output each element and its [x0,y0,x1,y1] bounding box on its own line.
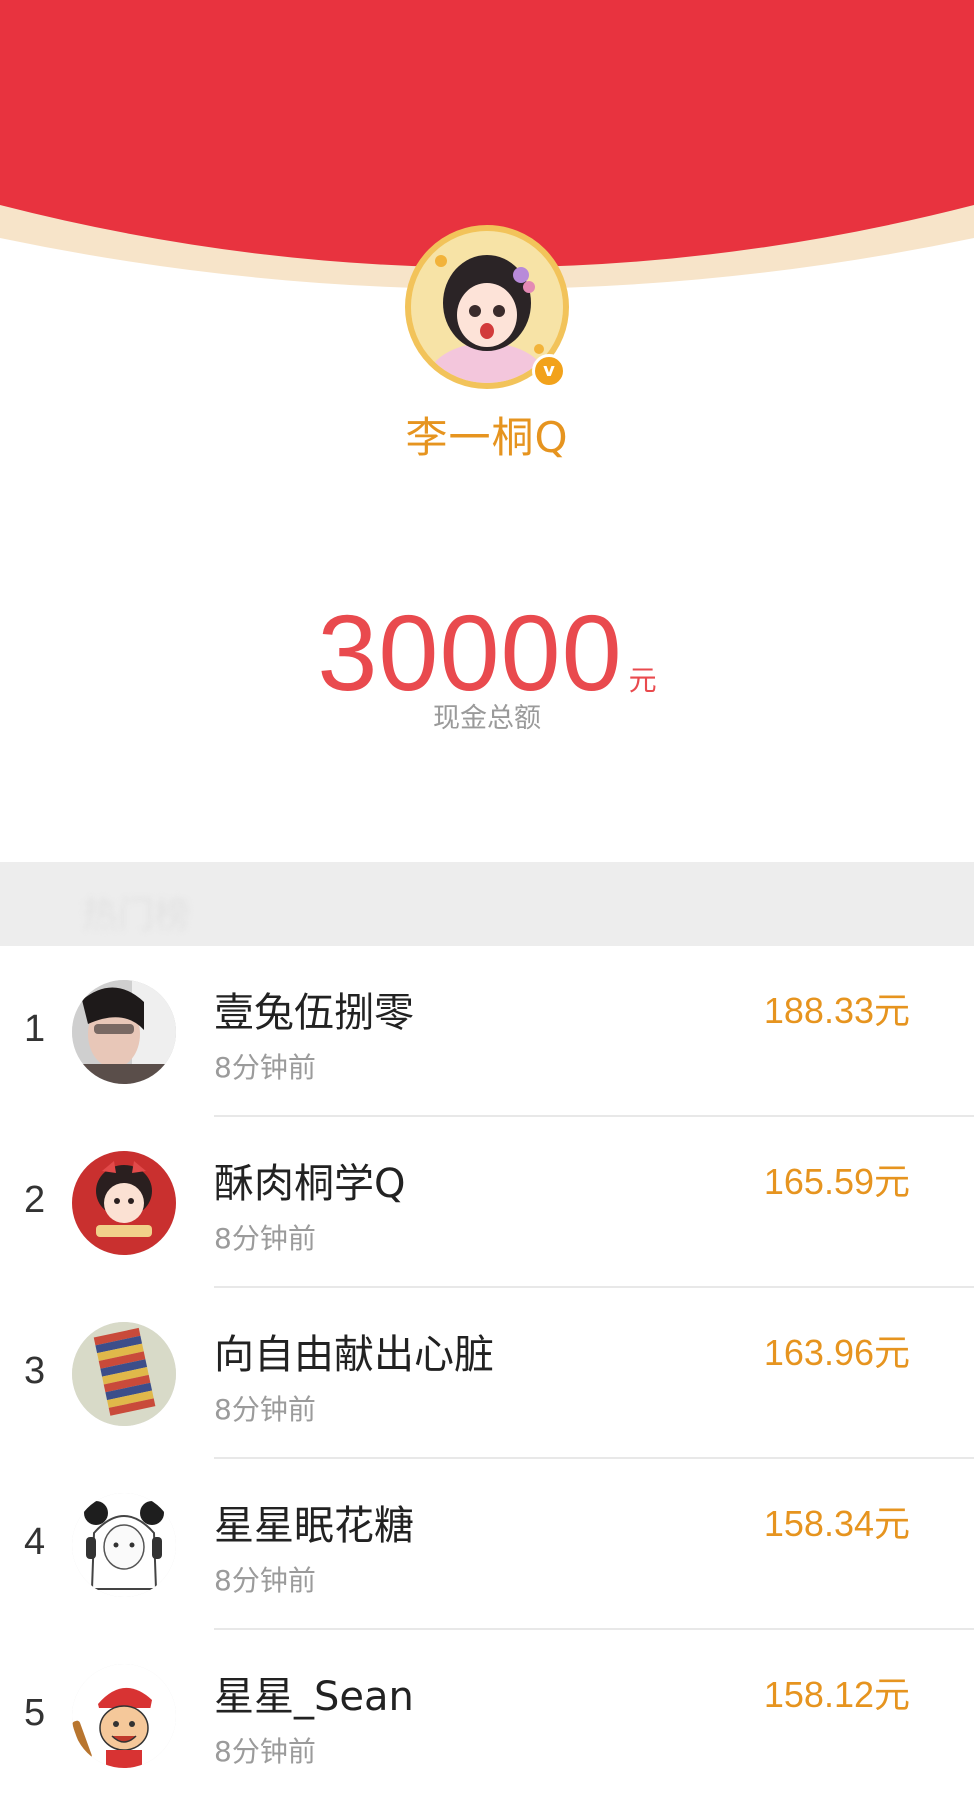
rank-amount: 163.96元 [763,1332,910,1373]
rank-user-name: 星星眠花糖 [214,1503,414,1549]
rank-time: 8分钟前 [214,1222,316,1255]
striped-cloth-avatar[interactable] [72,1322,176,1426]
total-amount-value: 30000 [317,592,623,713]
verified-badge-icon: v [532,354,566,388]
rank-time: 8分钟前 [214,1051,316,1084]
rank-amount: 188.33元 [763,990,910,1031]
rank-number: 3 [24,1350,46,1392]
list-item[interactable]: 3 向自由献出心脏 8分钟前 163.96元 [0,1288,974,1459]
section-header: 热门榜 [0,862,974,946]
rank-time: 8分钟前 [214,1735,316,1768]
ranking-list: 1 壹兔伍捌零 8分钟前 188.33元 2 酥肉桐学Q 8分钟前 165.59… [0,946,974,1801]
rank-amount: 158.12元 [763,1674,910,1715]
rank-number: 1 [24,1008,46,1050]
rank-time: 8分钟前 [214,1564,316,1597]
cartoon-girl-avatar[interactable] [72,1151,176,1255]
rank-number: 4 [24,1521,46,1563]
rank-user-name: 壹兔伍捌零 [214,990,414,1036]
total-amount-unit: 元 [628,664,657,697]
list-item[interactable]: 2 酥肉桐学Q 8分钟前 165.59元 [0,1117,974,1288]
section-title: 热门榜 [82,895,191,936]
list-item[interactable]: 5 星星_Sean 8分钟前 158.12元 [0,1630,974,1801]
total-amount-caption: 现金总额 [433,703,541,734]
cartoon-boy-avatar[interactable] [72,1664,176,1768]
list-item[interactable]: 1 壹兔伍捌零 8分钟前 188.33元 [0,946,974,1117]
rank-amount: 158.34元 [763,1503,910,1544]
rank-user-name: 酥肉桐学Q [214,1161,406,1207]
rank-user-name: 星星_Sean [214,1674,414,1720]
list-item[interactable]: 4 星星眠花糖 8分钟前 158.34元 [0,1459,974,1630]
sketch-girl-avatar[interactable] [72,1493,176,1597]
rank-user-name: 向自由献出心脏 [214,1332,494,1378]
rank-amount: 165.59元 [763,1161,910,1202]
rank-number: 5 [24,1692,46,1734]
rank-number: 2 [24,1179,46,1221]
sender-name[interactable]: 李一桐Q [0,404,974,465]
photo-avatar[interactable] [72,980,176,1084]
rank-time: 8分钟前 [214,1393,316,1426]
